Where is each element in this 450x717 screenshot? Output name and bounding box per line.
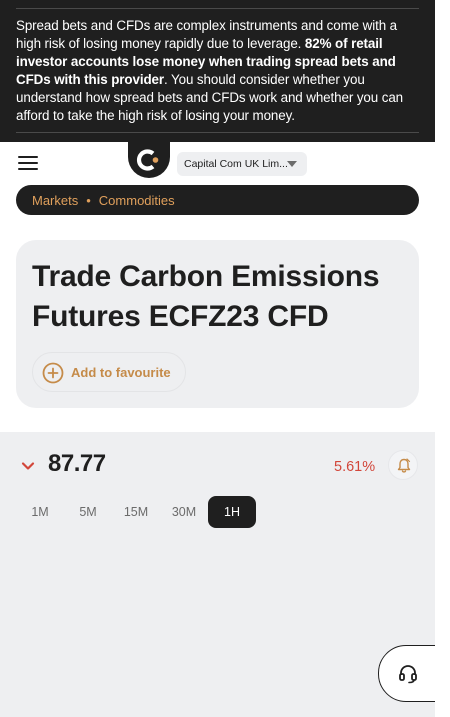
capital-com-logo[interactable] [128, 141, 170, 178]
support-chat-button[interactable] [378, 645, 436, 702]
plus-circle-icon [42, 362, 64, 384]
breadcrumb-commodities[interactable]: Commodities [99, 193, 175, 208]
timeframe-1h[interactable]: 1H [208, 496, 256, 528]
headset-icon [399, 665, 417, 684]
breadcrumb-separator: • [86, 192, 91, 208]
divider [16, 132, 419, 133]
price-change-percent: 5.61% [334, 459, 376, 475]
breadcrumb-markets[interactable]: Markets [32, 193, 78, 208]
page-gutter [435, 0, 450, 717]
caret-down-icon [287, 161, 297, 167]
main-content: Spread bets and CFDs are complex instrum… [0, 0, 436, 717]
price-alert-button[interactable] [388, 450, 418, 480]
add-to-favourite-button[interactable]: Add to favourite [32, 352, 186, 392]
hamburger-icon[interactable] [18, 156, 38, 170]
timeframe-1m[interactable]: 1M [24, 496, 56, 528]
bell-icon [397, 458, 411, 473]
risk-warning-text: Spread bets and CFDs are complex instrum… [16, 18, 404, 123]
entity-selector-label: Capital Com UK Lim... [184, 158, 288, 170]
instrument-header-card: Trade Carbon Emissions Futures ECFZ23 CF… [16, 240, 419, 408]
risk-warning-banner: Spread bets and CFDs are complex instrum… [0, 0, 435, 142]
timeframe-30m[interactable]: 30M [166, 496, 202, 528]
current-price: 87.77 [48, 450, 106, 477]
add-to-favourite-label: Add to favourite [71, 365, 171, 380]
entity-selector[interactable]: Capital Com UK Lim... [177, 152, 307, 176]
timeframe-5m[interactable]: 5M [72, 496, 104, 528]
divider [16, 8, 419, 9]
page-title: Trade Carbon Emissions Futures ECFZ23 CF… [32, 260, 380, 333]
chevron-down-icon [21, 462, 35, 470]
breadcrumb: Markets • Commodities [16, 185, 419, 215]
logo-mark-icon [136, 149, 159, 171]
timeframe-15m[interactable]: 15M [118, 496, 154, 528]
page: Spread bets and CFDs are complex instrum… [0, 0, 450, 717]
